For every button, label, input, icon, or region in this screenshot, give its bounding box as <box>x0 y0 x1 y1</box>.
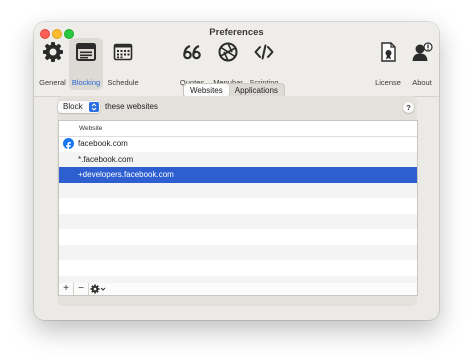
toolbar-label: General <box>39 78 66 87</box>
person-icon <box>412 42 433 61</box>
table-row[interactable]: *.facebook.com <box>59 151 417 167</box>
toolbar-item-about[interactable]: About <box>406 38 438 90</box>
empty-row <box>59 182 417 198</box>
empty-row <box>59 260 417 276</box>
toolbar-item-general[interactable]: General <box>37 38 68 90</box>
quote-marks-icon <box>183 44 201 60</box>
toolbar-label: Blocking <box>71 78 101 87</box>
aperture-icon <box>218 42 238 62</box>
toolbar-item-license[interactable]: License <box>372 38 404 90</box>
column-header-website[interactable]: Website <box>79 121 102 136</box>
gear-icon <box>42 42 63 62</box>
browser-window-icon <box>76 43 96 61</box>
empty-row <box>59 198 417 214</box>
certificate-icon <box>381 42 396 62</box>
empty-row <box>59 229 417 245</box>
block-action-label: Block <box>63 102 83 111</box>
remove-button[interactable]: − <box>74 283 89 295</box>
calendar-icon <box>113 43 133 61</box>
add-button[interactable]: + <box>59 283 74 295</box>
table-bottom-bar: + − <box>58 283 418 296</box>
empty-row <box>59 213 417 229</box>
code-brackets-icon <box>254 44 274 60</box>
websites-table: Website facebook.com *.facebook.com +dev… <box>58 120 418 285</box>
action-menu-button[interactable] <box>89 283 107 295</box>
chevron-down-icon <box>100 287 106 291</box>
table-header: Website <box>59 121 417 137</box>
empty-row <box>59 244 417 260</box>
toolbar-item-schedule[interactable]: Schedule <box>105 38 141 90</box>
block-action-popup[interactable]: Block <box>58 101 100 113</box>
help-button[interactable]: ? <box>403 102 414 113</box>
facebook-icon <box>63 138 74 151</box>
table-row-selected[interactable]: +developers.facebook.com <box>59 167 417 183</box>
toolbar-label: License <box>375 78 401 87</box>
website-entry: *.facebook.com <box>78 154 134 164</box>
website-entry: facebook.com <box>78 139 128 148</box>
gear-icon <box>90 284 106 294</box>
toolbar-item-blocking[interactable]: Blocking <box>69 38 103 90</box>
up-down-arrows-icon <box>89 102 99 112</box>
website-entry: +developers.facebook.com <box>78 170 174 179</box>
window-title: Preferences <box>209 27 264 38</box>
toolbar-label: Schedule <box>107 78 139 87</box>
table-row[interactable]: facebook.com <box>59 136 417 152</box>
toolbar-label: About <box>412 78 432 87</box>
rule-suffix-text: these websites <box>105 102 158 111</box>
